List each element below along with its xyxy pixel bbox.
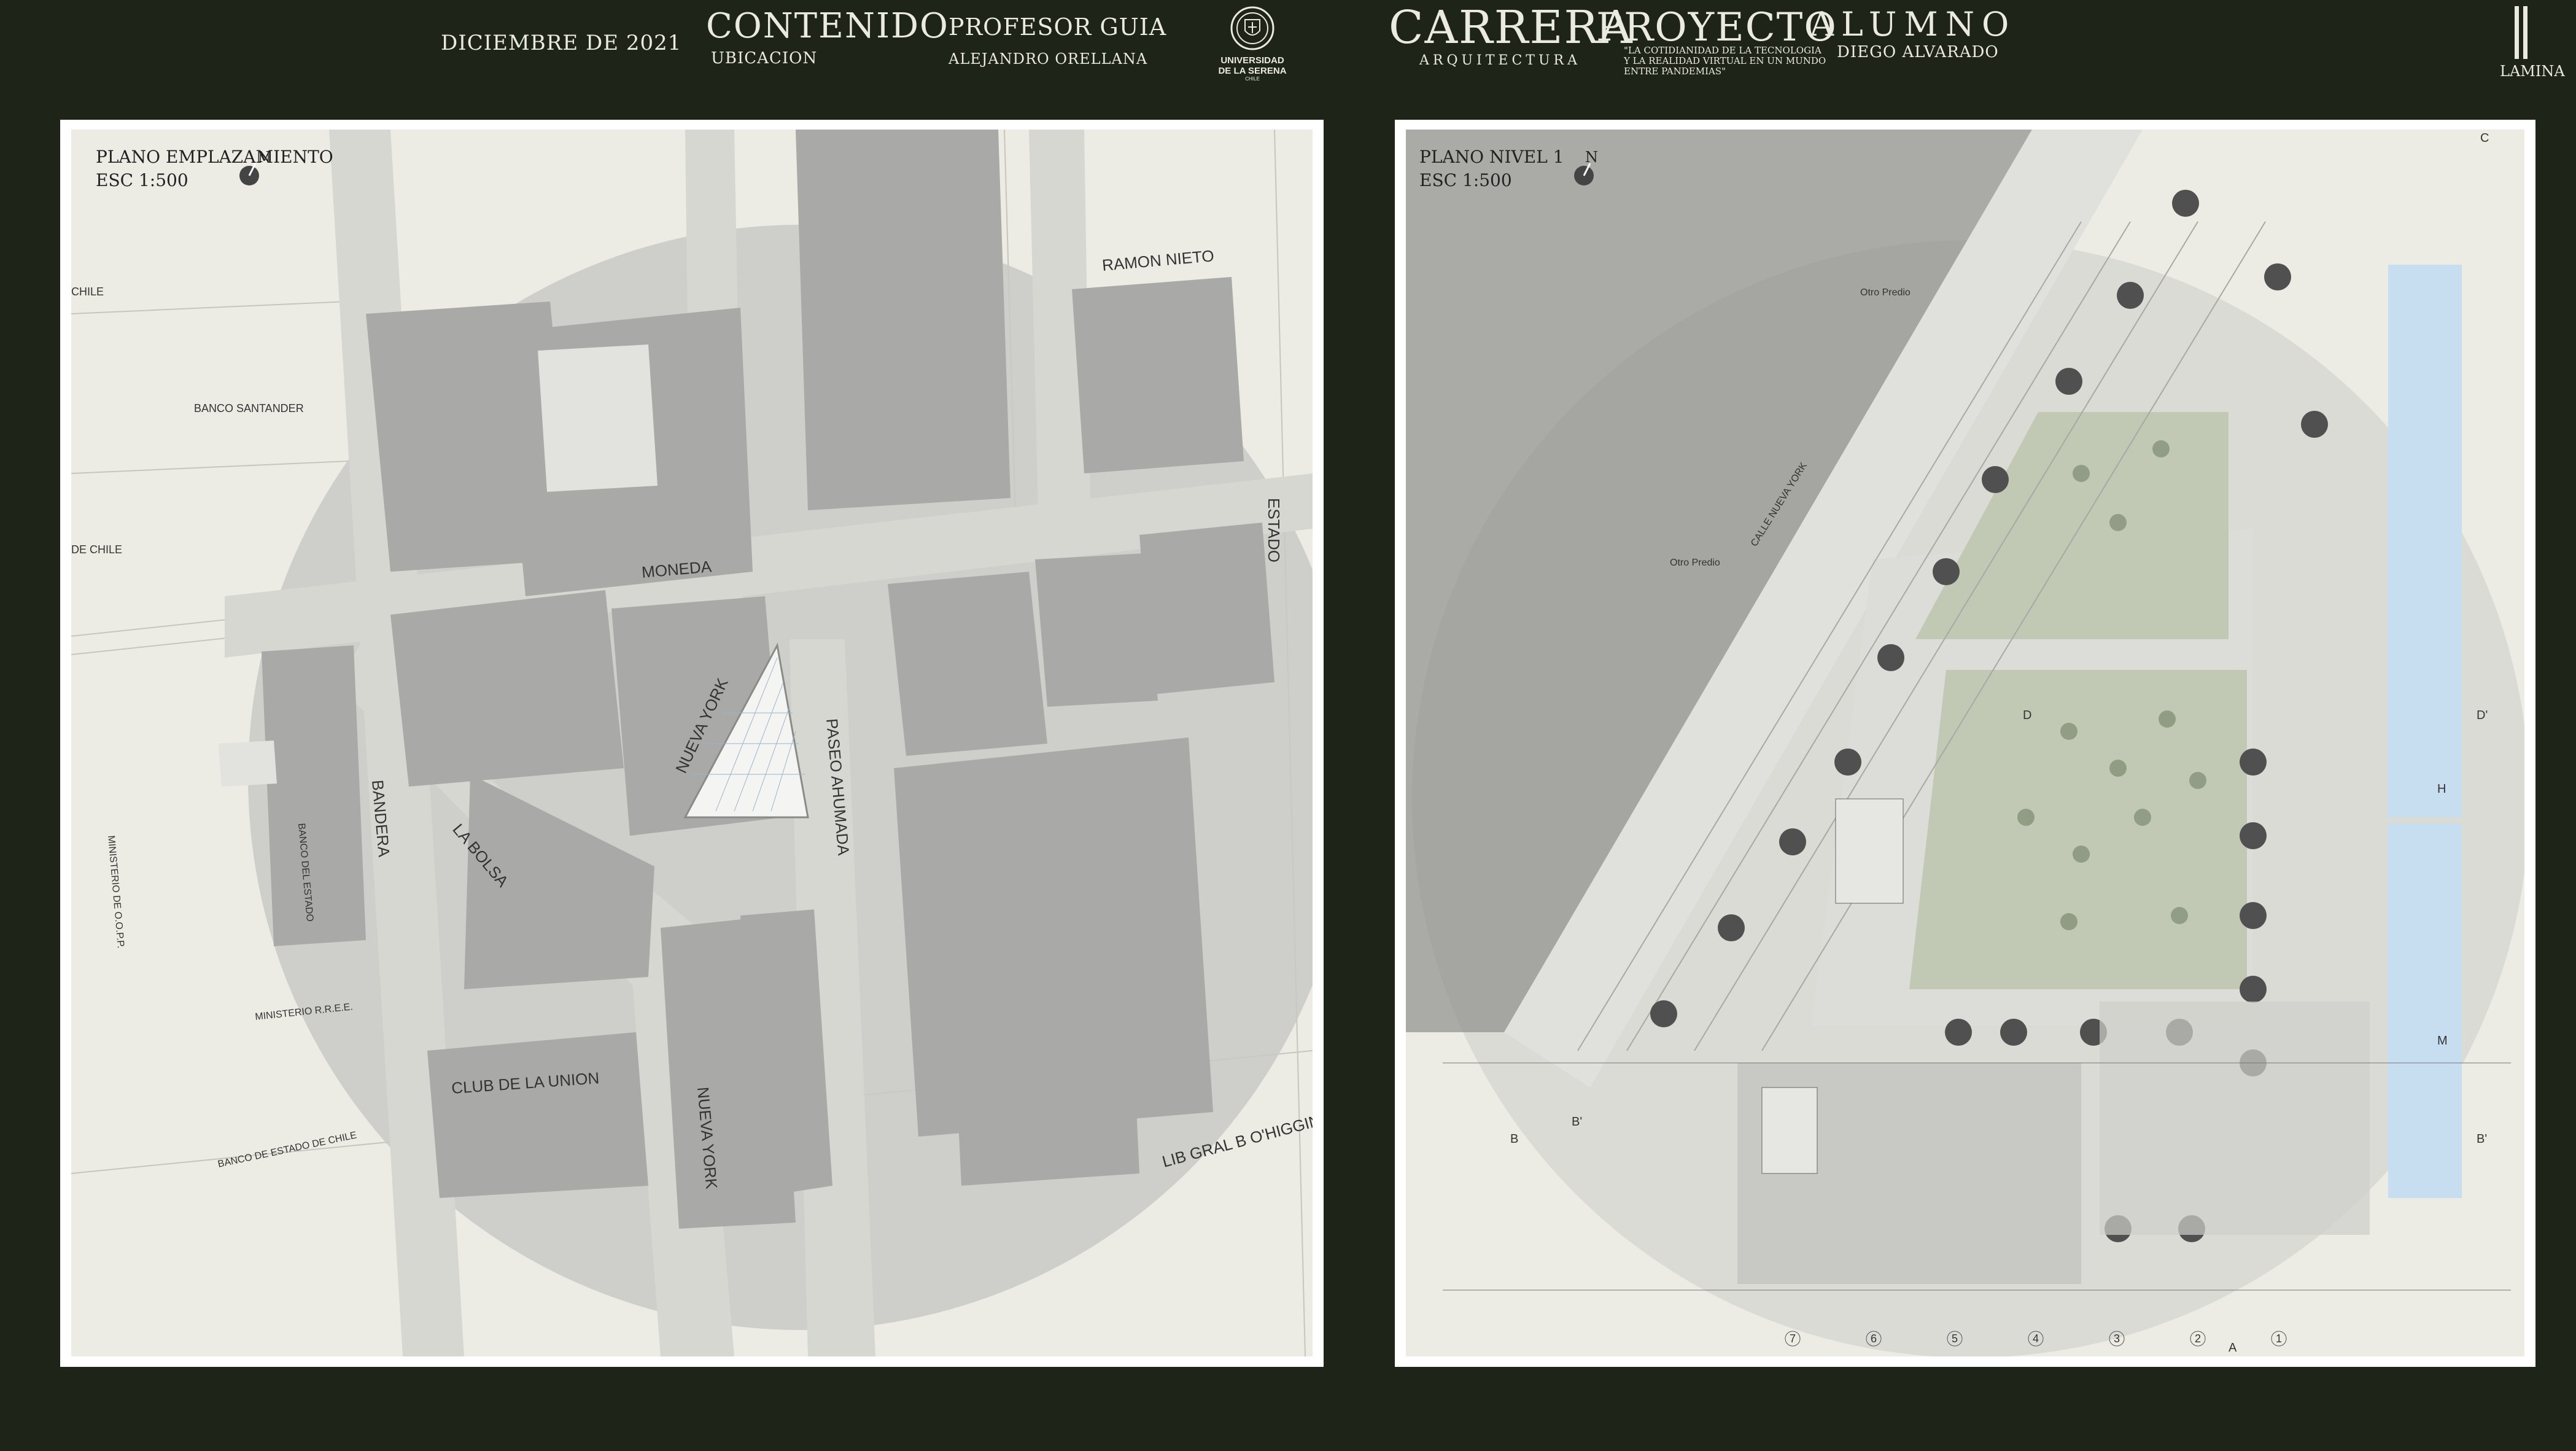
axis-number-label: 3 [2114, 1332, 2120, 1345]
contenido-value: UBICACION [711, 49, 818, 68]
proyecto-line-1: "LA COTIDIANIDAD DE LA TECNOLOGIA [1624, 45, 1821, 56]
axis-a-bottom: A [2229, 1341, 2237, 1355]
site-plan-north-label: N [258, 149, 271, 166]
water-channel-lower [2388, 823, 2462, 1198]
site-plan-drawing: MONEDA RAMON NIETO ESTADO BANDERA NUEVA … [71, 130, 1313, 1356]
university-name-3: CHILE [1245, 76, 1260, 82]
street-de-chile: DE CHILE [71, 543, 122, 556]
street-ramon-nieto: RAMON NIETO [1101, 246, 1215, 274]
contenido-title: CONTENIDO [706, 6, 949, 46]
axis-b-right: B' [2477, 1132, 2487, 1146]
axis-d-right: D' [2477, 709, 2488, 722]
green-area-lower [1909, 670, 2247, 989]
site-plan-panel: MONEDA RAMON NIETO ESTADO BANDERA NUEVA … [60, 120, 1324, 1367]
axis-c-right: C [2480, 131, 2489, 145]
axis-number-label: 5 [1952, 1332, 1958, 1345]
proyecto-line-2: Y LA REALIDAD VIRTUAL EN UN MUNDO [1624, 55, 1826, 66]
profesor-value: ALEJANDRO ORELLANA [949, 50, 1148, 68]
label-banco-estado-chile: BANCO DE ESTADO DE CHILE [217, 1130, 357, 1170]
axis-m-right: M [2437, 1034, 2448, 1048]
label-otro-predio-2: Otro Predio [1670, 558, 1720, 568]
axis-b-left: B [1510, 1132, 1518, 1146]
date-label: DICIEMBRE DE 2021 [441, 31, 682, 55]
profesor-title: PROFESOR GUIA [949, 14, 1167, 41]
university-name-1: UNIVERSIDAD [1220, 55, 1284, 66]
axis-number-label: 7 [1790, 1332, 1796, 1345]
street-chile: CHILE [71, 286, 104, 298]
axis-number-label: 6 [1871, 1332, 1877, 1345]
axis-h-right: H [2437, 782, 2446, 796]
carrera-value: ARQUITECTURA [1419, 53, 1581, 68]
lamina-label: LAMINA [2500, 63, 2565, 80]
axis-number-label: 2 [2195, 1332, 2201, 1345]
site-plan-scale: ESC 1:500 [96, 170, 188, 190]
floor-plan-scale: ESC 1:500 [1419, 170, 1512, 190]
label-ministerio-oopp: MINISTERIO DE O.O.P.P. [106, 835, 126, 949]
proyecto-title: PROYECTO [1596, 5, 1837, 50]
university-name-2: DE LA SERENA [1218, 66, 1287, 76]
axis-d-inner: D [2023, 709, 2031, 722]
label-banco-santander: BANCO SANTANDER [194, 402, 304, 414]
floor-plan-title: PLANO NIVEL 1 [1419, 147, 1564, 167]
alumno-title: ALUMNO [1810, 5, 2017, 44]
street-estado: ESTADO [1265, 498, 1283, 562]
university-logo: UNIVERSIDAD DE LA SERENA CHILE [1216, 5, 1289, 82]
floor-plan-panel: Otro Predio Otro Predio CALLE NUEVA YORK… [1395, 120, 2535, 1367]
alumno-value: DIEGO ALVARADO [1837, 43, 1999, 61]
lamina-number [2515, 6, 2528, 59]
floor-plan-drawing: Otro Predio Otro Predio CALLE NUEVA YORK… [1406, 130, 2524, 1356]
axis-number-label: 4 [2033, 1332, 2039, 1345]
floor-plan-north-label: N [1585, 149, 1598, 166]
water-channel-upper [2388, 265, 2462, 817]
site-plan-title: PLANO EMPLAZAMIENTO [96, 147, 333, 167]
floor-plan-paper: Otro Predio Otro Predio CALLE NUEVA YORK… [1406, 130, 2524, 1356]
university-seal-icon [1230, 6, 1274, 50]
axis-number-label: 1 [2276, 1332, 2282, 1345]
proyecto-line-3: ENTRE PANDEMIAS" [1624, 66, 1726, 77]
axis-b-inner: B' [1572, 1115, 1582, 1129]
label-otro-predio-1: Otro Predio [1860, 287, 1911, 298]
site-plan-paper: MONEDA RAMON NIETO ESTADO BANDERA NUEVA … [71, 130, 1313, 1356]
